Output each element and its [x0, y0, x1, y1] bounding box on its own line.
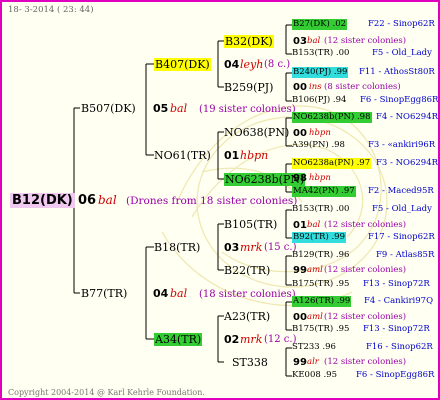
queen-l4-12[interactable]: A126(TR) .99	[292, 296, 352, 307]
breeder-l4-5: F3 - «ankiri96R	[368, 140, 436, 150]
queen-l2-0[interactable]: B407(DK)	[154, 58, 211, 71]
queen-l2-2[interactable]: B18(TR)	[154, 241, 200, 254]
breeder-l4-15: F6 - SinopEgg86R	[356, 370, 435, 380]
queen-l2-3[interactable]: A34(TR)	[154, 333, 203, 346]
queen-l4-14[interactable]: ST233 .96	[292, 342, 336, 353]
sisters-l3-6: (12 sister colonies)	[324, 312, 407, 322]
gen-l4-2: 00	[293, 82, 307, 93]
mark-l1-1: bal	[170, 287, 188, 300]
mark-l3-2: hbpn	[309, 128, 331, 138]
queen-l4-0[interactable]: B27(DK) .02	[292, 19, 348, 30]
mark-l3-4: bal	[307, 220, 321, 230]
gen-l2-0: 04	[224, 58, 240, 71]
queen-l2-1[interactable]: NO61(TR)	[154, 149, 211, 162]
breeder-l4-7: F2 - Maced95R	[368, 186, 434, 196]
sisters-l2-0: (8 c.)	[264, 59, 291, 70]
footer-copyright: Copyright 2004-2014 @ Karl Kehrle Founda…	[8, 388, 205, 397]
gen-l3-2: 00	[293, 128, 307, 139]
breeder-l4-12: F4 - Cankiri97Q	[364, 296, 434, 306]
gen-l2-2: 03	[224, 241, 240, 254]
breeder-l4-0: F22 - Sinop62R	[368, 19, 435, 29]
mark-l3-6: aml	[307, 312, 323, 322]
queen-l4-4[interactable]: NO6238b(PN) .98	[292, 112, 372, 123]
breeder-l4-10: F9 - Atlas85R	[376, 250, 435, 260]
breeder-l4-13: F13 - Sinop72R	[363, 324, 430, 334]
breeder-l4-3: F6 - SinopEgg86R	[360, 95, 439, 105]
mark-l3-0: bal	[307, 36, 321, 46]
queen-l3-1[interactable]: B259(PJ)	[224, 81, 273, 94]
mark-l2-0: leyh	[240, 58, 264, 71]
sisters-l3-0: (12 sister colonies)	[324, 36, 407, 46]
sisters-l3-4: (12 sister colonies)	[324, 220, 407, 230]
queen-l3-4[interactable]: B105(TR)	[224, 218, 277, 231]
queen-l3-0[interactable]: B32(DK)	[224, 35, 274, 48]
gen-l2-1: 01	[224, 149, 240, 162]
sisters-l1-0: (19 sister colonies)	[199, 104, 296, 115]
breeder-l4-9: F17 - Sinop62R	[368, 232, 435, 242]
queen-l4-3[interactable]: B106(PJ) .94	[292, 95, 346, 106]
mark-l2-1: hbpn	[240, 149, 269, 162]
queen-l4-1[interactable]: B153(TR) .00	[292, 48, 349, 59]
queen-l1-0[interactable]: B507(DK)	[81, 102, 136, 115]
gen-l3-4: 01	[293, 220, 307, 231]
queen-l4-2[interactable]: B240(PJ) .99	[292, 67, 349, 78]
pedigree-frame: 18- 3-2014 ( 23: 44) B12(DK) 06 bal (Dro…	[0, 0, 440, 400]
queen-l4-13[interactable]: B175(TR) .95	[292, 324, 349, 335]
queen-l3-2[interactable]: NO638(PN)	[224, 126, 289, 139]
gen-l2-3: 02	[224, 333, 240, 346]
queen-l4-7[interactable]: MA42(PN) .97	[292, 186, 356, 197]
gen-l3-0: 03	[293, 36, 307, 47]
mark-l4-2: ins	[309, 82, 322, 92]
sisters-l1-1: (18 sister colonies)	[199, 289, 296, 300]
queen-l1-1[interactable]: B77(TR)	[81, 287, 127, 300]
mark-l1-0: bal	[170, 102, 188, 115]
queen-l4-11[interactable]: B175(TR) .95	[292, 279, 349, 290]
breeder-l4-1: F5 - Old_Lady	[372, 48, 432, 58]
queen-l3-6[interactable]: A23(TR)	[224, 310, 270, 323]
breeder-l4-4: F4 - NO6294R	[376, 112, 439, 122]
mark-l2-2: mrk	[240, 241, 263, 254]
sisters-l4-10: (12 sister colonies)	[324, 265, 407, 275]
queen-l3-7[interactable]: ST338	[232, 356, 268, 369]
queen-l4-9[interactable]: B92(TR) .99	[292, 232, 346, 243]
queen-l4-6[interactable]: NO6238a(PN) .97	[292, 158, 372, 169]
queen-l4-10[interactable]: B129(TR) .96	[292, 250, 349, 261]
gen-l1-0: 05	[153, 102, 169, 115]
mark-l2-3: mrk	[240, 333, 263, 346]
mark-l4-6: hbpn	[309, 173, 331, 183]
breeder-l4-11: F13 - Sinop72R	[363, 279, 430, 289]
gen-l4-10: 99	[293, 265, 307, 276]
queen-l4-15[interactable]: KE008 .95	[292, 370, 337, 381]
mark-l4-14: alr	[307, 357, 319, 367]
queen-l4-8[interactable]: B153(TR) .00	[292, 204, 349, 215]
queen-l4-5[interactable]: A39(PN) .98	[292, 140, 345, 151]
root-queen[interactable]: B12(DK)	[10, 193, 75, 208]
sisters-l4-14: (12 sister colonies)	[324, 357, 407, 367]
gen-l3-6: 00	[293, 312, 307, 323]
gen-l4-6: 98	[293, 173, 307, 184]
root-gen: 06	[78, 193, 97, 208]
gen-l1-1: 04	[153, 287, 169, 300]
breeder-l4-8: F5 - Old_Lady	[372, 204, 432, 214]
queen-l3-5[interactable]: B22(TR)	[224, 264, 270, 277]
breeder-l4-2: F11 - AthosSt80R	[359, 67, 435, 77]
breeder-l4-6: F3 - NO6294R	[376, 158, 439, 168]
sisters-l4-2: (8 sister colonies)	[324, 82, 401, 92]
root-drones: (Drones from 18 sister colonies)	[126, 195, 298, 207]
breeder-l4-14: F16 - Sinop62R	[366, 342, 433, 352]
gen-l4-14: 99	[293, 357, 307, 368]
root-mark: bal	[98, 193, 117, 207]
mark-l4-10: aml	[307, 265, 323, 275]
